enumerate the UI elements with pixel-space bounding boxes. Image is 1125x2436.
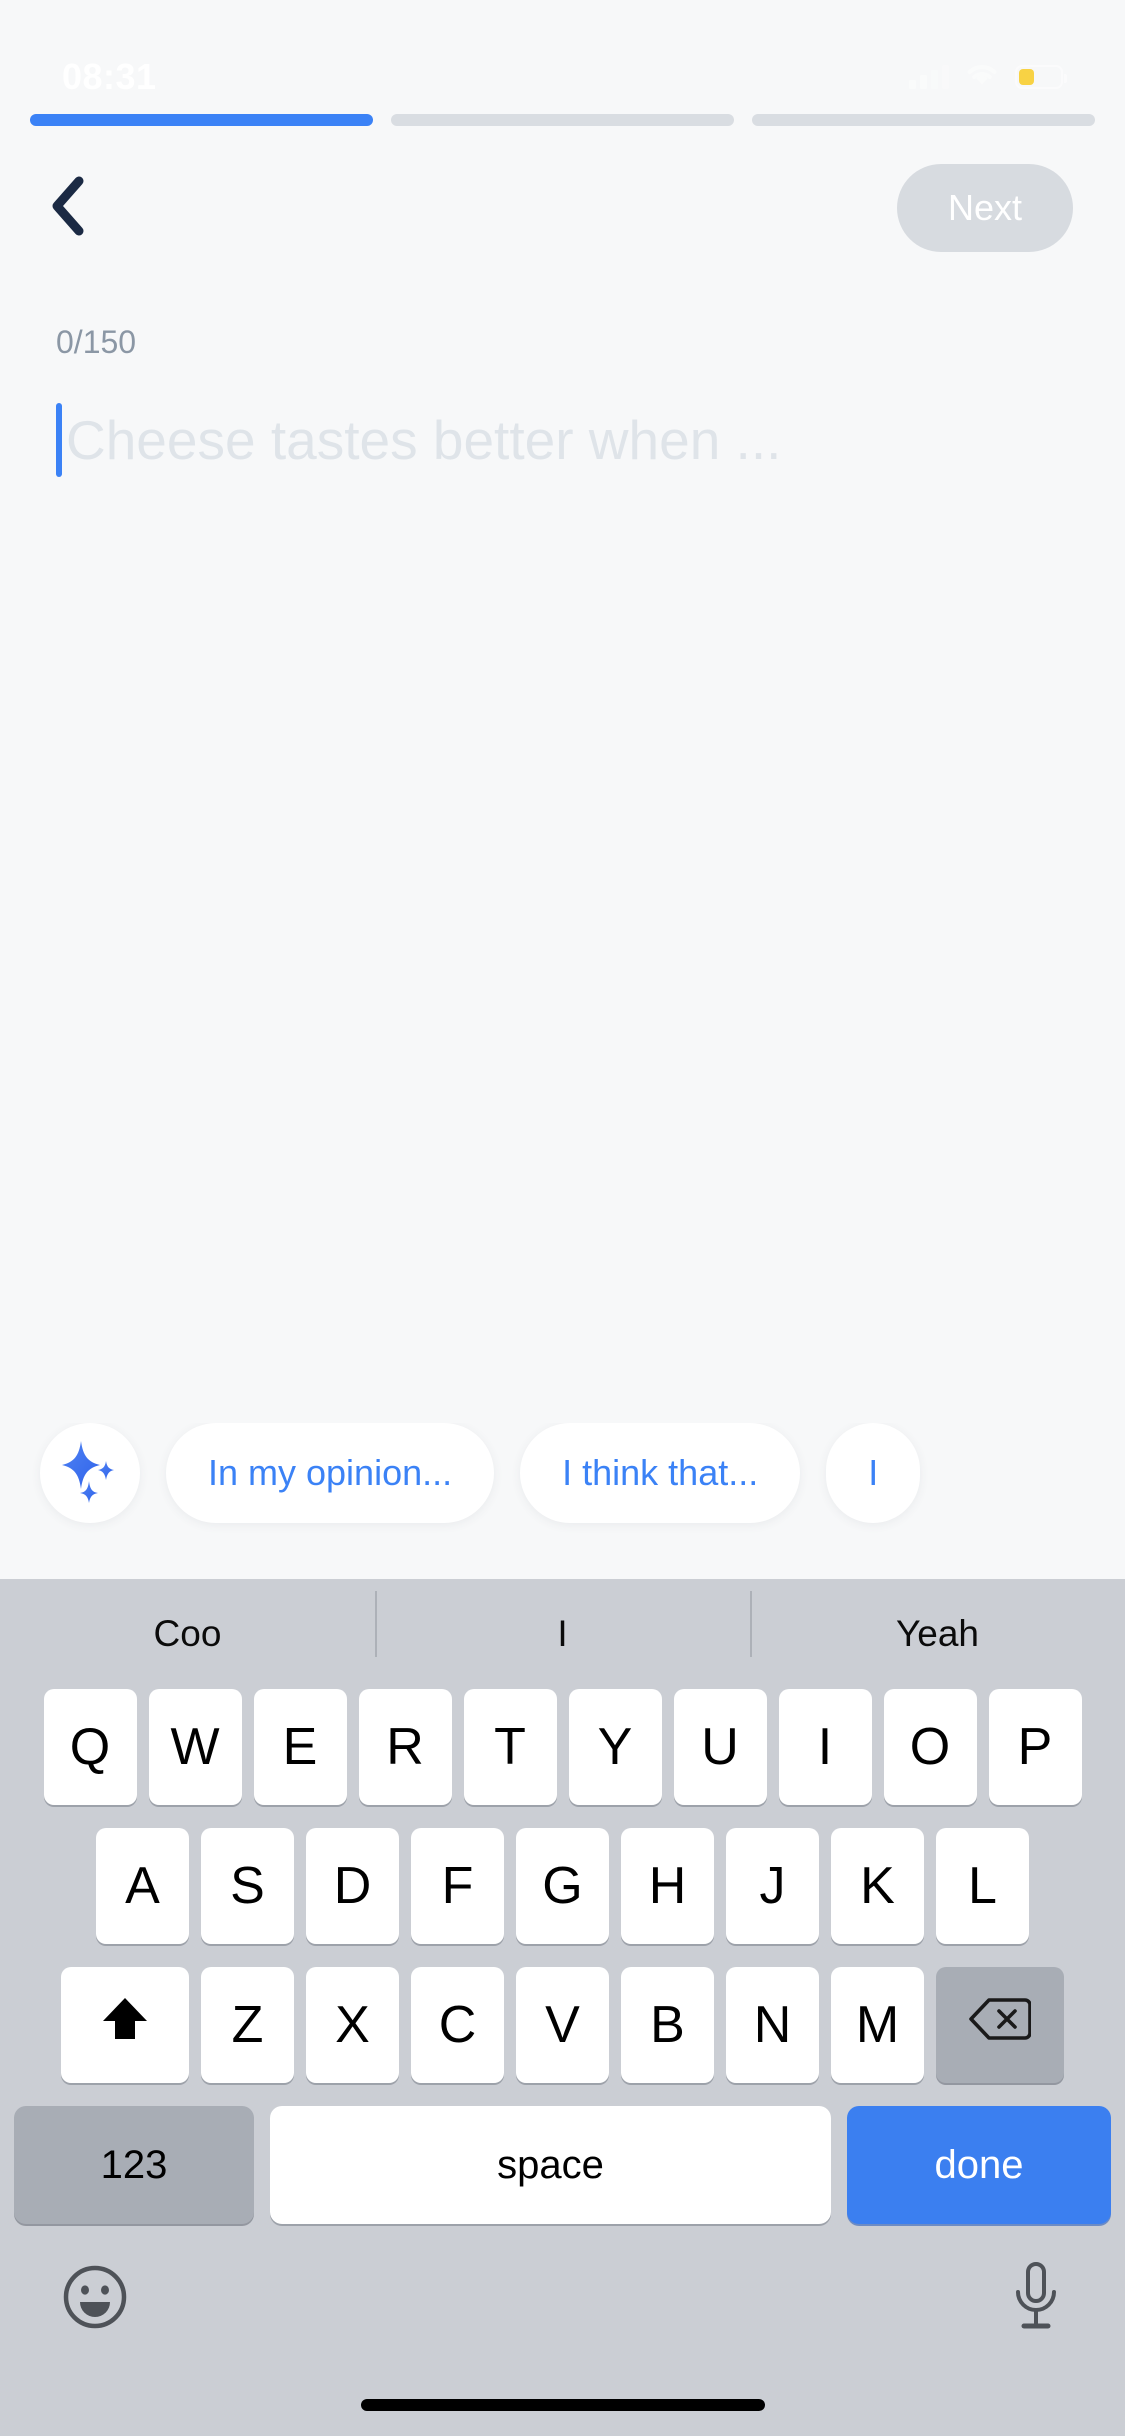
progress-segment-1 [30,114,373,126]
suggestion-chip[interactable]: I [826,1423,921,1523]
status-indicators [909,62,1067,92]
suggestion-chip[interactable]: I think that... [520,1423,801,1523]
key-r[interactable]: R [358,1689,452,1805]
key-p[interactable]: P [988,1689,1082,1805]
key-x[interactable]: X [306,1967,399,2083]
key-d[interactable]: D [306,1828,399,1944]
predictive-text-bar: Coo I Yeah [0,1579,1125,1689]
wifi-icon [965,62,999,92]
shift-up-arrow-icon [98,1994,152,2057]
status-bar: 08:31 [0,0,1125,118]
key-o[interactable]: O [883,1689,977,1805]
sparkles-icon [59,1439,121,1508]
key-m[interactable]: M [831,1967,924,2083]
navigation-bar: Next [0,148,1125,268]
text-caret [56,403,62,477]
chevron-left-icon [47,175,91,242]
text-input-row[interactable]: Cheese tastes better when ... [56,403,1069,477]
keyboard-row-3: Z X C V B N M [0,1967,1125,2083]
back-button[interactable] [34,173,104,243]
space-key[interactable]: space [270,2106,831,2224]
key-j[interactable]: J [726,1828,819,1944]
key-f[interactable]: F [411,1828,504,1944]
prediction-item[interactable]: I [375,1591,750,1657]
key-a[interactable]: A [96,1828,189,1944]
key-k[interactable]: K [831,1828,924,1944]
key-c[interactable]: C [411,1967,504,2083]
key-b[interactable]: B [621,1967,714,2083]
key-q[interactable]: Q [43,1689,137,1805]
key-n[interactable]: N [726,1967,819,2083]
next-button[interactable]: Next [897,164,1073,252]
keyboard-row-4: 123 space done [0,2106,1125,2224]
emoji-key[interactable] [62,2264,128,2335]
prediction-item[interactable]: Yeah [750,1591,1125,1657]
shift-key[interactable] [61,1967,189,2083]
backspace-delete-icon [969,1995,1032,2055]
key-v[interactable]: V [516,1967,609,2083]
progress-segment-3 [752,114,1095,126]
character-counter: 0/150 [56,324,137,360]
key-g[interactable]: G [516,1828,609,1944]
key-i[interactable]: I [778,1689,872,1805]
key-e[interactable]: E [253,1689,347,1805]
microphone-icon [1009,2261,1063,2337]
key-u[interactable]: U [673,1689,767,1805]
done-key[interactable]: done [847,2106,1111,2224]
keyboard-bottom-bar [0,2224,1125,2374]
suggestion-chips-row: In my opinion... I think that... I [0,1423,1125,1579]
backspace-key[interactable] [936,1967,1064,2083]
home-indicator-bar[interactable] [360,2399,765,2411]
dictation-key[interactable] [1009,2261,1063,2338]
key-y[interactable]: Y [568,1689,662,1805]
keyboard-row-1: Q W E R T Y U I O P [0,1689,1125,1805]
text-input-placeholder: Cheese tastes better when ... [66,409,782,471]
key-h[interactable]: H [621,1828,714,1944]
home-indicator-area [0,2374,1125,2436]
key-t[interactable]: T [463,1689,557,1805]
progress-segment-2 [391,114,734,126]
battery-icon [1015,65,1067,89]
suggestion-chip[interactable]: In my opinion... [166,1423,495,1523]
key-w[interactable]: W [148,1689,242,1805]
compose-area: 0/150 Cheese tastes better when ... [0,268,1125,477]
emoji-smiley-icon [62,2265,128,2334]
keyboard: Coo I Yeah Q W E R T Y U I O P A S D F G… [0,1579,1125,2436]
status-time: 08:31 [62,56,157,97]
ai-suggestions-button[interactable] [40,1423,140,1523]
key-l[interactable]: L [936,1828,1029,1944]
prediction-item[interactable]: Coo [0,1613,375,1655]
key-s[interactable]: S [201,1828,294,1944]
progress-indicator [0,114,1125,126]
numbers-key[interactable]: 123 [14,2106,254,2224]
keyboard-row-2: A S D F G H J K L [0,1828,1125,1944]
app-screen: 08:31 Next 0/150 Cheese tastes better wh… [0,0,1125,2436]
cellular-signal-icon [909,65,949,89]
key-z[interactable]: Z [201,1967,294,2083]
